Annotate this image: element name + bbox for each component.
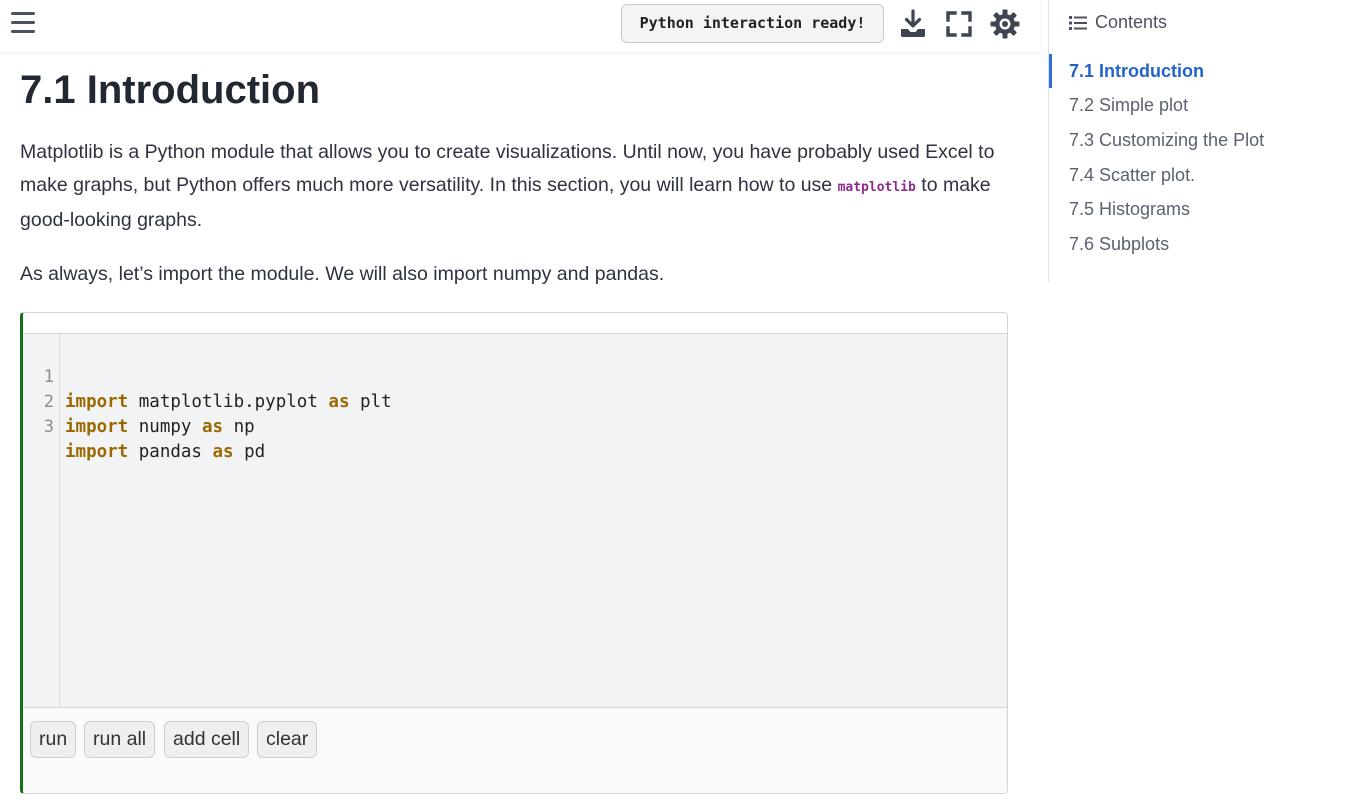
run-button[interactable]: run [30, 721, 77, 758]
toc-item-scatter-plot[interactable]: 7.4 Scatter plot. [1069, 162, 1195, 188]
toc-item-histograms[interactable]: 7.5 Histograms [1069, 196, 1190, 222]
keyword-import: import [65, 442, 129, 462]
toc-item-subplots[interactable]: 7.6 Subplots [1069, 231, 1169, 257]
line-number: 3 [43, 417, 54, 437]
cell-header-bar [23, 313, 1007, 334]
inline-code-matplotlib: matplotlib [837, 180, 916, 195]
toc-active-indicator [1049, 54, 1052, 88]
code-cell: 1 import matplotlib.pyplot as plt 2 impo… [20, 312, 1008, 794]
keyword-as: as [201, 417, 224, 437]
code-line[interactable]: 2 import numpy as np [23, 365, 255, 437]
toc-heading: Contents [1069, 12, 1167, 36]
module-name: pandas [128, 442, 213, 462]
page: Python interaction ready! 7.1 Introducti… [0, 0, 1353, 809]
toc-item-introduction[interactable]: 7.1 Introduction [1069, 58, 1204, 84]
keyword-as: as [212, 442, 234, 462]
page-title: 7.1 Introduction [20, 68, 320, 112]
table-of-contents: Contents 7.1 Introduction 7.2 Simple plo… [1048, 0, 1353, 282]
code-line[interactable]: 1 import matplotlib.pyplot as plt [23, 340, 392, 412]
module-name: matplotlib.pyplot [128, 392, 329, 412]
alias-name: np [223, 417, 255, 437]
toc-heading-label: Contents [1095, 12, 1168, 32]
module-name: numpy [128, 417, 202, 437]
keyword-as: as [328, 392, 350, 412]
toc-item-simple-plot[interactable]: 7.2 Simple plot [1069, 92, 1188, 118]
code-editor[interactable]: 1 import matplotlib.pyplot as plt 2 impo… [23, 334, 1007, 708]
fullscreen-icon[interactable] [943, 8, 975, 40]
import-paragraph: As always, let’s import the module. We w… [20, 263, 665, 285]
download-icon[interactable] [897, 8, 929, 40]
intro-paragraph: Matplotlib is a Python module that allow… [20, 136, 1010, 237]
alias-name: plt [349, 392, 392, 412]
toc-item-customizing-plot[interactable]: 7.3 Customizing the Plot [1069, 127, 1264, 153]
add-cell-button[interactable]: add cell [164, 721, 250, 758]
cell-button-bar: run run all add cell clear [23, 708, 1007, 793]
menu-icon[interactable] [11, 12, 35, 34]
code-line[interactable]: 3 import pandas as pd [23, 390, 265, 462]
python-status-badge: Python interaction ready! [621, 4, 884, 43]
list-icon [1069, 16, 1087, 30]
clear-button[interactable]: clear [257, 721, 318, 758]
settings-icon[interactable] [989, 8, 1021, 40]
top-header: Python interaction ready! [0, 0, 1040, 52]
run-all-button[interactable]: run all [84, 721, 156, 758]
alias-name: pd [233, 442, 266, 462]
